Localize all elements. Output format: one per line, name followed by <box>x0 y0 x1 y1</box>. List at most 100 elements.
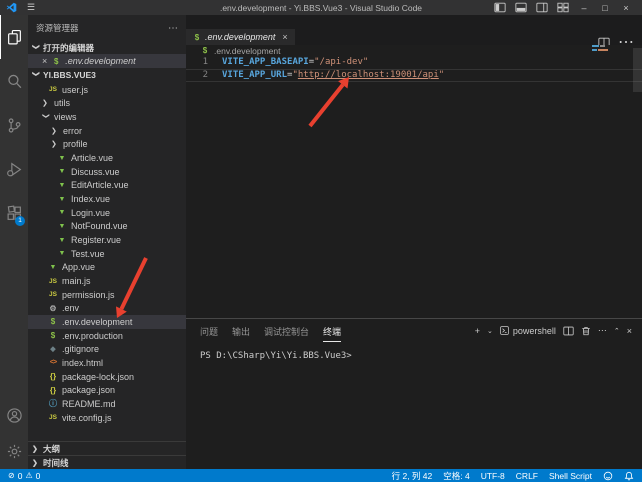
terminal-output[interactable]: PS D:\CSharp\Yi\Yi.BBS.Vue3> <box>186 342 642 361</box>
chevron-right-icon: ❯ <box>32 459 40 467</box>
code-token: " <box>439 70 444 82</box>
status-item[interactable]: 行 2, 列 42 <box>392 470 433 482</box>
tree-item--env[interactable]: ⚙.env <box>28 302 186 316</box>
open-editors-header[interactable]: ❯ 打开的编辑器 <box>28 41 186 54</box>
feedback-smiley-icon[interactable] <box>603 471 613 481</box>
tree-item-label: utils <box>54 98 70 108</box>
menu-hamburger-icon[interactable]: ☰ <box>27 2 35 13</box>
vue-file-icon: ▼ <box>57 223 67 230</box>
timeline-section[interactable]: ❯ 时间线 <box>28 455 186 469</box>
code-token: VITE_APP_URL <box>222 70 287 82</box>
vue-file-icon: ▼ <box>57 250 67 257</box>
explorer-icon[interactable] <box>0 15 28 59</box>
close-editor-icon[interactable]: × <box>42 56 47 66</box>
tree-item-readme-md[interactable]: ⓘREADME.md <box>28 397 186 411</box>
toggle-sidebar-icon[interactable] <box>494 2 506 13</box>
editor-scrollbar[interactable] <box>633 48 642 92</box>
timeline-label: 时间线 <box>43 457 69 469</box>
tree-item-package-lock-json[interactable]: {}package-lock.json <box>28 370 186 384</box>
tree-item-permission-js[interactable]: JSpermission.js <box>28 288 186 302</box>
workspace-header[interactable]: ❯ YI.BBS.VUE3 <box>28 68 186 81</box>
tree-item-editarticle-vue[interactable]: ▼EditArticle.vue <box>28 179 186 193</box>
tree-item-error[interactable]: ❯error <box>28 124 186 138</box>
maximize-button[interactable]: □ <box>599 3 611 13</box>
code-line-2[interactable]: 2VITE_APP_URL="http://localhost:19001/ap… <box>186 69 642 83</box>
outline-section[interactable]: ❯ 大纲 <box>28 441 186 455</box>
tree-item-label: App.vue <box>62 262 95 272</box>
run-debug-icon[interactable] <box>0 147 28 191</box>
panel-tab-终端[interactable]: 终端 <box>323 325 341 342</box>
minimize-button[interactable]: – <box>578 3 590 13</box>
error-count: 0 <box>18 471 23 481</box>
tree-item--env-production[interactable]: $.env.production <box>28 329 186 343</box>
vue-file-icon: ▼ <box>57 209 67 216</box>
tree-item-article-vue[interactable]: ▼Article.vue <box>28 151 186 165</box>
breadcrumb-filename: .env.development <box>214 46 280 56</box>
more-actions-icon[interactable]: ⋯ <box>168 23 178 34</box>
toggle-panel-icon[interactable] <box>515 2 527 13</box>
notifications-bell-icon[interactable] <box>624 471 634 481</box>
tree-item-views[interactable]: ❯views <box>28 110 186 124</box>
status-item[interactable]: Shell Script <box>549 471 592 481</box>
status-item[interactable]: CRLF <box>516 471 538 481</box>
panel-tab-输出[interactable]: 输出 <box>232 325 250 342</box>
settings-gear-icon[interactable] <box>0 433 28 469</box>
status-item[interactable]: UTF-8 <box>481 471 505 481</box>
gear-file-icon: ⚙ <box>48 304 58 313</box>
tree-item-index-html[interactable]: <>index.html <box>28 356 186 370</box>
js-file-icon: JS <box>48 414 58 421</box>
chevron-right-icon: ❯ <box>51 127 59 135</box>
source-control-icon[interactable] <box>0 103 28 147</box>
status-bar: ⊘ 0 ⚠ 0 行 2, 列 42 空格: 4 UTF-8 CRLF Shell Scr… <box>0 469 642 482</box>
terminal-instance[interactable]: powershell <box>500 326 556 336</box>
tree-item-register-vue[interactable]: ▼Register.vue <box>28 233 186 247</box>
bottom-panel: 问题输出调试控制台终端 + ⌄ powershell ⋯ ⌃ × <box>186 318 642 469</box>
problems-status[interactable]: ⊘ 0 ⚠ 0 <box>8 471 40 481</box>
tree-item-login-vue[interactable]: ▼ Login.vue <box>28 206 186 220</box>
search-icon[interactable] <box>0 59 28 103</box>
tree-item-profile[interactable]: ❯profile <box>28 138 186 152</box>
maximize-panel-icon[interactable]: ⌃ <box>614 327 620 335</box>
tree-item-main-js[interactable]: JSmain.js <box>28 274 186 288</box>
kill-terminal-trash-icon[interactable] <box>581 326 591 336</box>
code-area[interactable]: 1VITE_APP_BASEAPI="/api-dev"2VITE_APP_UR… <box>186 57 642 318</box>
panel-tab-调试控制台[interactable]: 调试控制台 <box>264 325 309 342</box>
customize-layout-icon[interactable] <box>557 2 569 13</box>
tree-item-discuss-vue[interactable]: ▼Discuss.vue <box>28 165 186 179</box>
panel-tab-问题[interactable]: 问题 <box>200 325 218 342</box>
json-file-icon: {} <box>48 372 58 381</box>
terminal-dropdown-icon[interactable]: ⌄ <box>487 327 493 335</box>
minimap[interactable] <box>592 45 614 52</box>
tree-item-test-vue[interactable]: ▼ Test.vue <box>28 247 186 261</box>
tree-item-user-js[interactable]: JSuser.js <box>28 83 186 97</box>
extensions-icon[interactable]: 1 <box>0 191 28 235</box>
tree-item-app-vue[interactable]: ▼ App.vue <box>28 261 186 275</box>
panel-more-actions-icon[interactable]: ⋯ <box>598 325 607 336</box>
code-token: "/api-dev" <box>314 57 368 69</box>
tree-item-vite-config-js[interactable]: JSvite.config.js <box>28 411 186 425</box>
status-item[interactable]: 空格: 4 <box>443 470 469 482</box>
account-icon[interactable] <box>0 397 28 433</box>
tab-env-development[interactable]: $ .env.development × <box>186 29 295 45</box>
open-editor-item[interactable]: × $ .env.development <box>28 54 186 68</box>
code-line-1[interactable]: 1VITE_APP_BASEAPI="/api-dev" <box>186 57 642 69</box>
tree-item-notfound-vue[interactable]: ▼NotFound.vue <box>28 220 186 234</box>
js-file-icon: JS <box>48 278 58 285</box>
url-link[interactable]: http://localhost:19001/api <box>298 70 439 82</box>
tree-item-label: Test.vue <box>71 249 105 259</box>
vue-file-icon: ▼ <box>48 264 58 271</box>
new-terminal-icon[interactable]: + <box>475 326 480 336</box>
tree-item--gitignore[interactable]: ◆.gitignore <box>28 342 186 356</box>
tree-item-index-vue[interactable]: ▼Index.vue <box>28 192 186 206</box>
chevron-down-icon: ❯ <box>32 44 40 52</box>
close-panel-icon[interactable]: × <box>627 326 632 336</box>
toggle-secondary-sidebar-icon[interactable] <box>536 2 548 13</box>
tree-item-package-json[interactable]: {}package.json <box>28 383 186 397</box>
tree-item--env-development[interactable]: $.env.development <box>28 315 186 329</box>
close-tab-icon[interactable]: × <box>282 32 287 42</box>
tree-item-label: Login.vue <box>71 208 110 218</box>
tree-item-utils[interactable]: ❯utils <box>28 97 186 111</box>
split-terminal-icon[interactable] <box>563 326 574 336</box>
close-window-button[interactable]: × <box>620 3 632 13</box>
breadcrumb[interactable]: $ .env.development <box>186 45 642 56</box>
